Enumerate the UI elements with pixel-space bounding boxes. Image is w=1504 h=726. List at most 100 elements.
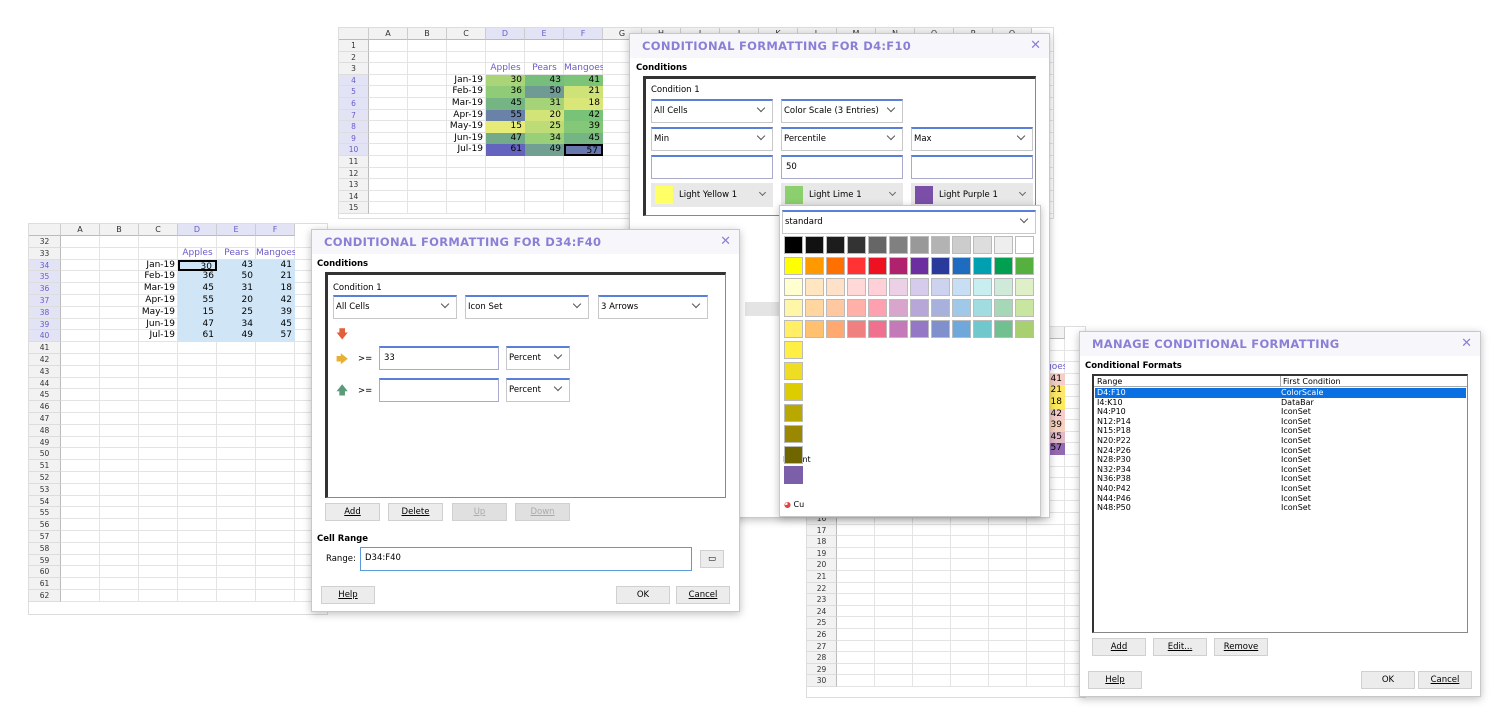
data-cell[interactable]: 31 xyxy=(217,283,256,295)
row-header[interactable]: 38 xyxy=(29,306,61,319)
row-header[interactable]: 3 xyxy=(339,63,369,75)
data-cell[interactable]: 31 xyxy=(525,98,564,110)
edit-format-button[interactable]: Edit... xyxy=(1153,638,1207,656)
data-cell[interactable]: 41 xyxy=(256,259,295,272)
mid-type-select[interactable]: Percentile xyxy=(781,127,903,151)
data-cell[interactable]: 25 xyxy=(217,306,256,319)
color-swatch[interactable] xyxy=(805,257,824,275)
color-swatch[interactable] xyxy=(847,278,866,296)
color-swatch[interactable] xyxy=(952,236,971,254)
color-swatch[interactable] xyxy=(889,320,908,338)
applies-to-select[interactable]: All Cells xyxy=(651,99,773,123)
row-header[interactable]: 15 xyxy=(339,202,369,214)
row-header[interactable]: 28 xyxy=(807,652,837,664)
color-swatch[interactable] xyxy=(910,278,929,296)
recent-color-swatch[interactable] xyxy=(784,466,803,484)
row-header[interactable]: 61 xyxy=(29,578,61,590)
month-label[interactable]: May-19 xyxy=(408,121,486,133)
color-swatch[interactable] xyxy=(826,320,845,338)
row-header[interactable]: 9 xyxy=(339,132,369,145)
data-cell[interactable]: 50 xyxy=(217,271,256,284)
row-header[interactable]: 40 xyxy=(29,330,61,343)
row-header[interactable]: 33 xyxy=(29,247,61,260)
row-header[interactable]: 7 xyxy=(339,109,369,122)
data-cell[interactable]: 55 xyxy=(178,295,217,307)
table-row[interactable]: N32:P34 IconSet xyxy=(1095,465,1466,475)
data-cell[interactable]: 21 xyxy=(256,271,295,284)
conditional-formats-list[interactable]: Range First Condition D4:F10 ColorScale I4… xyxy=(1092,374,1468,633)
data-cell[interactable]: 61 xyxy=(178,330,217,343)
color-swatch[interactable] xyxy=(889,299,908,317)
data-cell[interactable]: 45 xyxy=(486,98,525,110)
applies-to-select[interactable]: All Cells xyxy=(333,295,457,319)
move-down-button[interactable]: Down xyxy=(515,503,570,521)
row-header[interactable]: 10 xyxy=(339,144,369,156)
row-header[interactable]: 55 xyxy=(29,507,61,520)
color-swatch[interactable] xyxy=(868,236,887,254)
color-swatch[interactable] xyxy=(889,257,908,275)
color-swatch[interactable] xyxy=(826,236,845,254)
row-header[interactable]: 21 xyxy=(807,571,837,583)
color-swatch[interactable] xyxy=(847,257,866,275)
row-header[interactable]: 56 xyxy=(29,519,61,531)
month-label[interactable]: May-19 xyxy=(100,307,178,319)
color-swatch[interactable] xyxy=(784,362,803,380)
data-cell[interactable]: 21 xyxy=(564,86,603,98)
max-type-select[interactable]: Max xyxy=(911,127,1033,151)
table-row[interactable]: N24:P26 IconSet xyxy=(1095,446,1466,456)
icon-set-select[interactable]: 3 Arrows xyxy=(598,295,708,319)
color-swatch[interactable] xyxy=(1015,257,1034,275)
color-swatch[interactable] xyxy=(784,278,803,296)
row-header[interactable]: 17 xyxy=(807,524,837,537)
column-header[interactable]: F xyxy=(256,224,295,236)
color-swatch[interactable] xyxy=(805,278,824,296)
row-header[interactable]: 12 xyxy=(339,167,369,180)
row-header[interactable]: 11 xyxy=(339,156,369,168)
data-cell[interactable]: 41 xyxy=(564,74,603,87)
color-swatch[interactable] xyxy=(1015,236,1034,254)
month-label[interactable]: Mar-19 xyxy=(408,98,486,110)
close-icon[interactable]: ✕ xyxy=(720,234,731,249)
color-swatch[interactable] xyxy=(910,320,929,338)
row-header[interactable]: 14 xyxy=(339,190,369,203)
data-cell[interactable]: 36 xyxy=(178,271,217,284)
color-swatch[interactable] xyxy=(952,257,971,275)
color-swatch[interactable] xyxy=(973,278,992,296)
row-header[interactable]: 24 xyxy=(807,605,837,618)
data-cell[interactable]: 42 xyxy=(564,109,603,122)
color-swatch[interactable] xyxy=(847,320,866,338)
row-header[interactable]: 59 xyxy=(29,554,61,567)
color-swatch[interactable] xyxy=(784,257,803,275)
data-cell[interactable]: 20 xyxy=(525,109,564,122)
color-swatch[interactable] xyxy=(973,320,992,338)
data-cell[interactable]: 39 xyxy=(564,121,603,133)
data-cell[interactable]: 45 xyxy=(178,283,217,295)
row-header[interactable]: 42 xyxy=(29,354,61,366)
column-header[interactable]: B xyxy=(100,224,139,236)
row-header[interactable]: 47 xyxy=(29,413,61,425)
color-swatch[interactable] xyxy=(826,278,845,296)
cancel-button[interactable]: Cancel xyxy=(1418,671,1472,689)
table-row[interactable]: N15:P18 IconSet xyxy=(1095,426,1466,436)
row-header[interactable]: 44 xyxy=(29,377,61,390)
threshold-1-unit-select[interactable]: Percent xyxy=(506,346,570,370)
max-value-input[interactable] xyxy=(911,155,1033,179)
max-color-button[interactable]: Light Purple 1 xyxy=(911,183,1033,207)
color-swatch[interactable] xyxy=(784,425,803,443)
color-swatch[interactable] xyxy=(826,299,845,317)
row-header[interactable]: 25 xyxy=(807,617,837,629)
color-swatch[interactable] xyxy=(994,299,1013,317)
row-header[interactable]: 60 xyxy=(29,566,61,579)
ok-button[interactable]: OK xyxy=(616,586,670,604)
color-swatch[interactable] xyxy=(1015,299,1034,317)
row-header[interactable]: 48 xyxy=(29,424,61,437)
color-swatch[interactable] xyxy=(784,341,803,359)
month-label[interactable]: Jun-19 xyxy=(408,133,486,145)
color-swatch[interactable] xyxy=(952,320,971,338)
data-cell[interactable]: 49 xyxy=(217,330,256,343)
color-swatch[interactable] xyxy=(868,257,887,275)
month-label[interactable]: Apr-19 xyxy=(100,295,178,307)
color-swatch[interactable] xyxy=(784,236,803,254)
month-label[interactable]: Jan-19 xyxy=(408,75,486,87)
row-header[interactable]: 23 xyxy=(807,594,837,606)
